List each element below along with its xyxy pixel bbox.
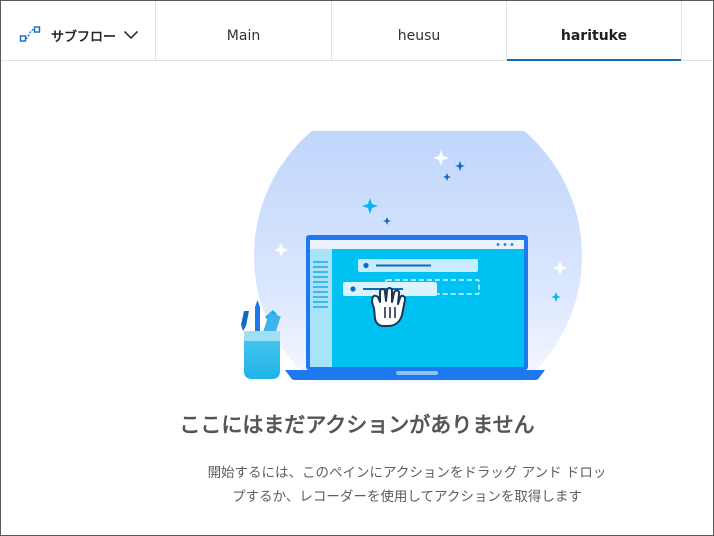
flow-designer-panel: サブフロー Main heusu harituke ここにはまだアクションがあり…: [0, 0, 714, 536]
empty-state-illustration: [241, 131, 582, 383]
pencil-cup-icon: [241, 300, 281, 379]
laptop-icon: [285, 235, 545, 380]
empty-state-description: 開始するには、このペインにアクションをドラッグ アンド ドロッ プするか、レコー…: [191, 461, 623, 509]
subflow-label: サブフロー: [51, 30, 117, 45]
tab-harituke[interactable]: harituke: [507, 1, 682, 61]
chevron-down-icon: [123, 30, 139, 40]
tab-label: heusu: [397, 28, 441, 44]
subflow-tab-bar: サブフロー Main heusu harituke: [1, 1, 713, 61]
description-line: 開始するには、このペインにアクションをドラッグ アンド ドロッ: [207, 465, 607, 481]
tab-label: harituke: [560, 28, 628, 44]
tab-heusu[interactable]: heusu: [332, 1, 507, 60]
subflow-dropdown-button[interactable]: サブフロー: [1, 1, 156, 60]
tab-main[interactable]: Main: [156, 1, 332, 60]
tab-label: Main: [226, 28, 261, 44]
subflow-icon: [19, 26, 41, 42]
empty-state-title: ここにはまだアクションがありません: [179, 413, 535, 437]
active-tab-indicator: [507, 59, 681, 61]
description-line: プするか、レコーダーを使用してアクションを取得します: [232, 489, 582, 505]
